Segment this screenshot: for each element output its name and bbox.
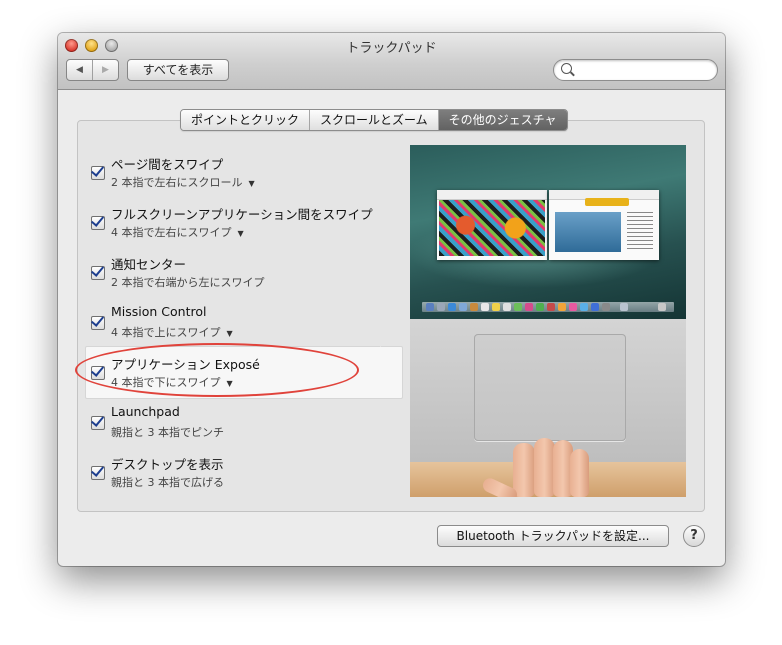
gesture-swipe-between-pages: ページ間をスワイプ 2 本指で左右にスクロール ▼ <box>89 154 399 194</box>
app-store-icon <box>591 303 599 311</box>
gesture-subtitle: 2 本指で右端から左にスワイプ <box>111 276 265 289</box>
thumbnail-header <box>437 190 547 200</box>
gesture-option-popup[interactable]: 2 本指で左右にスクロール ▼ <box>111 174 255 190</box>
ibooks-icon <box>580 303 588 311</box>
system-preferences-icon <box>602 303 610 311</box>
forward-arrow-icon: ▶ <box>102 65 109 75</box>
finder-icon <box>426 303 434 311</box>
checkbox[interactable] <box>91 316 105 330</box>
back-arrow-icon: ◀ <box>76 65 83 75</box>
checkbox[interactable] <box>91 166 105 180</box>
tab-point-and-click[interactable]: ポイントとクリック <box>181 110 310 130</box>
gesture-title: デスクトップを表示 <box>111 457 224 472</box>
gesture-preview-video <box>410 145 686 497</box>
contacts-icon <box>470 303 478 311</box>
trackpad-preferences-window: トラックパッド ◀ ▶ すべてを表示 ポイントとクリック スクロールとズーム そ… <box>58 33 725 566</box>
itunes-icon <box>569 303 577 311</box>
hand-finger <box>570 449 589 497</box>
photo-booth-icon <box>547 303 555 311</box>
messages-icon <box>525 303 533 311</box>
help-button[interactable]: ? <box>683 525 705 547</box>
gesture-swipe-fullscreen-apps: フルスクリーンアプリケーション間をスワイプ 4 本指で左右にスワイプ ▼ <box>89 204 399 244</box>
text-lines <box>627 212 653 252</box>
launchpad-icon <box>437 303 445 311</box>
setup-bluetooth-trackpad-button[interactable]: Bluetooth トラックパッドを設定... <box>437 525 669 547</box>
gesture-subtitle: 親指と 3 本指でピンチ <box>111 426 224 439</box>
gesture-option-popup[interactable]: 4 本指で上にスワイプ ▼ <box>111 324 233 340</box>
checkbox[interactable] <box>91 416 105 430</box>
gesture-subtitle: 4 本指で左右にスワイプ <box>111 226 232 239</box>
notes-icon <box>492 303 500 311</box>
checkbox[interactable] <box>91 216 105 230</box>
gesture-title: ページ間をスワイプ <box>111 157 224 172</box>
hand-finger <box>534 438 555 497</box>
dropdown-arrow-icon: ▼ <box>248 179 255 188</box>
window-thumbnail <box>437 190 547 260</box>
gesture-mission-control: Mission Control 4 本指で上にスワイプ ▼ <box>89 304 399 344</box>
tab-more-gestures[interactable]: その他のジェスチャ <box>437 110 567 130</box>
maps-icon <box>514 303 522 311</box>
site-logo <box>585 198 629 206</box>
gesture-subtitle: 4 本指で上にスワイプ <box>111 326 221 339</box>
gesture-title: 通知センター <box>111 257 187 272</box>
gesture-show-desktop: デスクトップを表示 親指と 3 本指で広げる <box>89 454 399 494</box>
search-field[interactable] <box>553 59 718 81</box>
show-all-button[interactable]: すべてを表示 <box>127 59 229 81</box>
checkbox[interactable] <box>91 266 105 280</box>
gesture-launchpad: Launchpad 親指と 3 本指でピンチ <box>89 404 399 444</box>
trash-icon <box>658 303 666 311</box>
safari-icon <box>448 303 456 311</box>
artwork-image <box>439 200 545 256</box>
gesture-title: Mission Control <box>111 304 207 319</box>
preview-screen <box>410 145 686 319</box>
iphoto-icon <box>558 303 566 311</box>
window-title: トラックパッド <box>346 41 437 56</box>
search-icon <box>561 63 572 74</box>
back-button[interactable]: ◀ <box>67 60 92 80</box>
back-forward-control: ◀ ▶ <box>66 59 119 81</box>
checkbox[interactable] <box>91 466 105 480</box>
calendar-icon <box>481 303 489 311</box>
window-thumbnail <box>549 190 659 260</box>
dock <box>422 302 674 312</box>
gesture-subtitle: 2 本指で左右にスクロール <box>111 176 243 189</box>
dropdown-arrow-icon: ▼ <box>226 329 233 338</box>
gesture-title: Launchpad <box>111 404 180 419</box>
reminders-icon <box>503 303 511 311</box>
tab-scroll-and-zoom[interactable]: スクロールとズーム <box>309 110 438 130</box>
titlebar: トラックパッド ◀ ▶ すべてを表示 <box>58 33 725 90</box>
gesture-title: フルスクリーンアプリケーション間をスワイプ <box>111 207 373 222</box>
gesture-notification-center: 通知センター 2 本指で右端から左にスワイプ <box>89 254 399 294</box>
photo-block <box>555 212 621 252</box>
trackpad-illustration <box>474 334 626 441</box>
tab-bar: ポイントとクリック スクロールとズーム その他のジェスチャ <box>180 109 568 131</box>
hand-finger <box>513 443 535 497</box>
gesture-option-popup[interactable]: 4 本指で左右にスワイプ ▼ <box>111 224 244 240</box>
highlight-annotation-ellipse <box>75 343 359 397</box>
dropdown-arrow-icon: ▼ <box>237 229 244 238</box>
downloads-icon <box>620 303 628 311</box>
facetime-icon <box>536 303 544 311</box>
gesture-subtitle: 親指と 3 本指で広げる <box>111 476 224 489</box>
mail-icon <box>459 303 467 311</box>
search-input[interactable] <box>576 62 710 79</box>
forward-button[interactable]: ▶ <box>92 60 118 80</box>
